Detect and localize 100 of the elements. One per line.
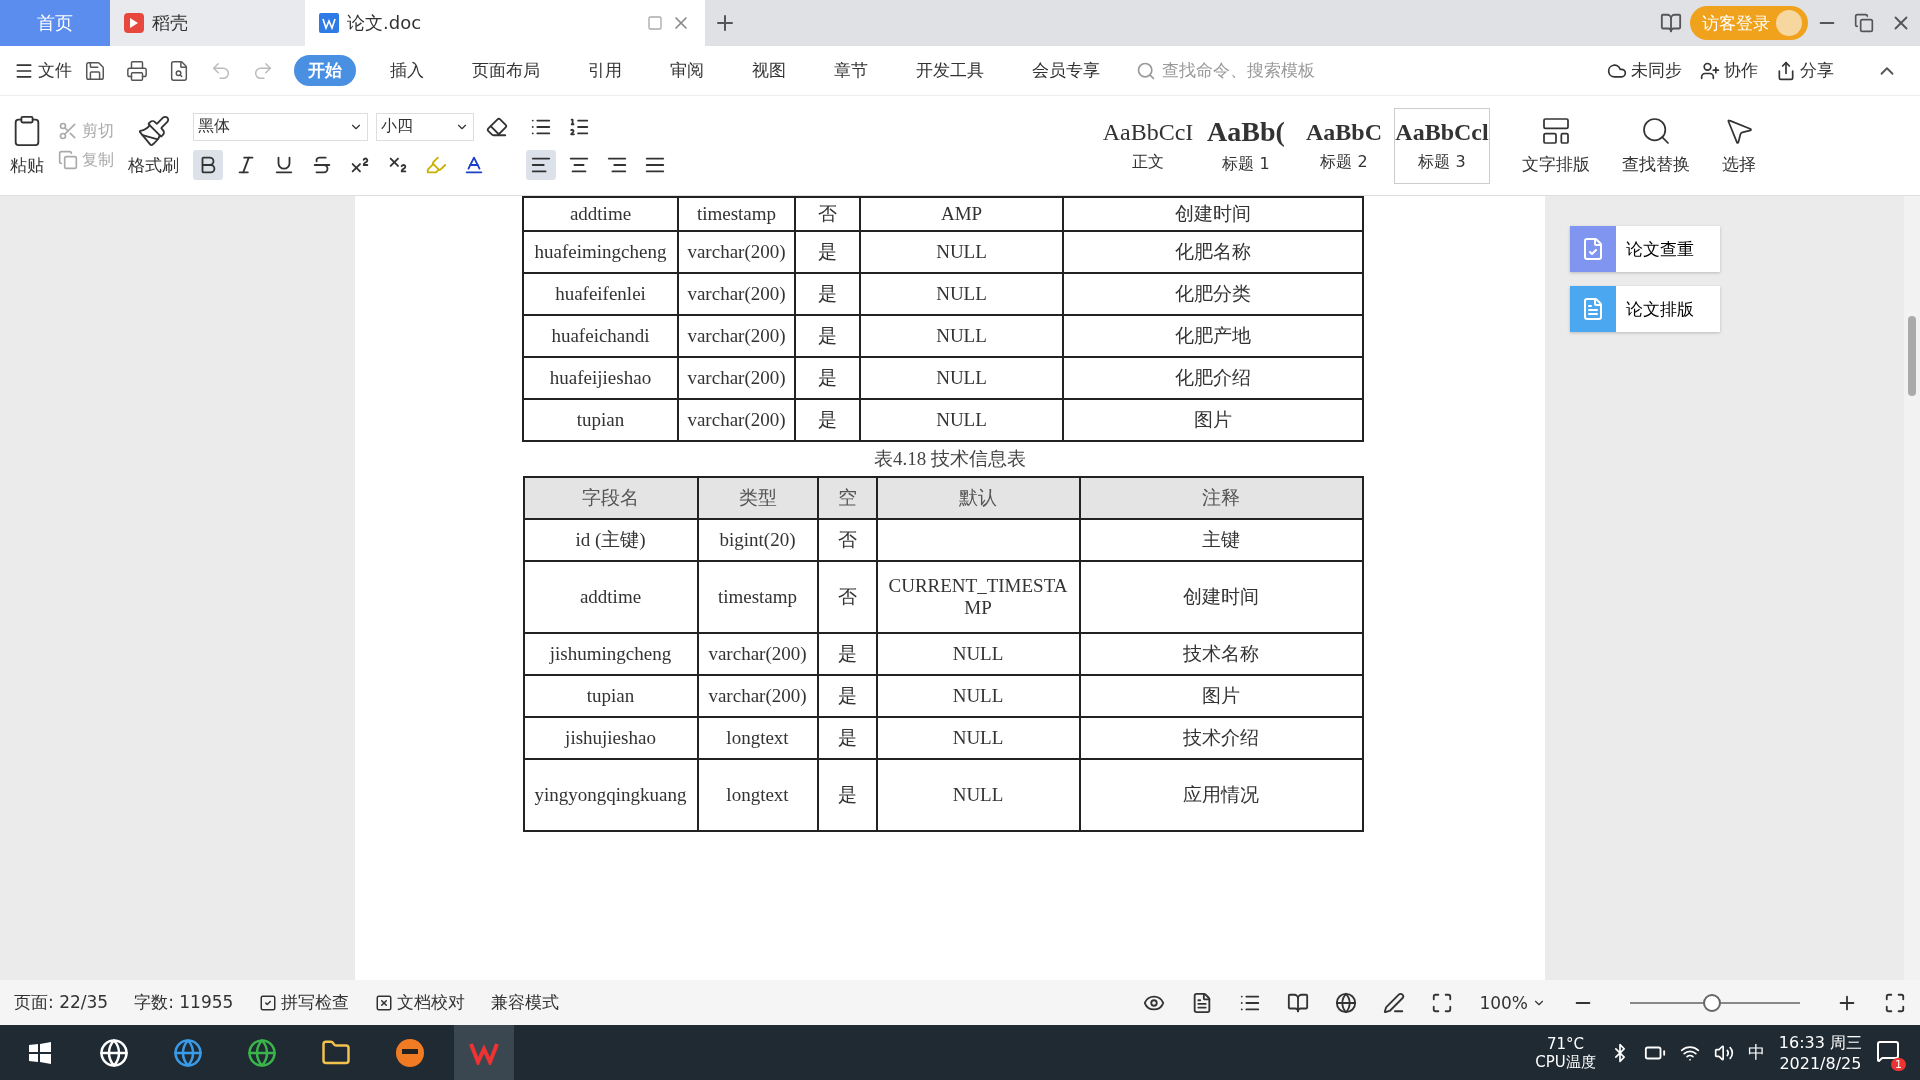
- docer-logo-icon: [124, 13, 144, 33]
- column-header: 类型: [697, 477, 818, 519]
- style-preset[interactable]: AaBb( 标题 1: [1198, 107, 1294, 184]
- file-check-icon: [1581, 237, 1605, 261]
- table-cell: NULL: [876, 675, 1080, 717]
- scissors-icon: [58, 121, 78, 141]
- header-action[interactable]: 分享: [1776, 59, 1834, 82]
- align-left-button[interactable]: [526, 149, 556, 180]
- clock[interactable]: 16:33 周三 2021/8/25: [1778, 1032, 1862, 1073]
- pen-icon[interactable]: [1383, 991, 1406, 1014]
- word-count: 字数: 11955: [134, 991, 234, 1014]
- table-cell: 化肥分类: [1063, 273, 1363, 315]
- table-cell: NULL: [860, 231, 1063, 273]
- table-cell: 创建时间: [1063, 197, 1363, 231]
- input-method[interactable]: 中: [1747, 1041, 1765, 1064]
- ribbon-button[interactable]: 查找替换: [1622, 115, 1690, 176]
- table-cell: tupian: [523, 399, 678, 441]
- font-select[interactable]: 黑体: [193, 112, 368, 141]
- volume-icon[interactable]: [1713, 1042, 1734, 1063]
- size-select[interactable]: 小四: [376, 112, 474, 141]
- side-panel-button[interactable]: 论文查重: [1570, 226, 1720, 272]
- table-cell: NULL: [860, 315, 1063, 357]
- user-plus-icon: [1700, 60, 1720, 81]
- web-view-icon[interactable]: [1335, 991, 1358, 1014]
- table-cell: id (主键): [523, 519, 698, 561]
- table-cell: 主键: [1079, 519, 1363, 561]
- bold-button[interactable]: [193, 149, 223, 180]
- compat-mode: 兼容模式: [491, 991, 560, 1014]
- ribbon-tab[interactable]: 插入: [376, 55, 438, 86]
- table-cell: timestamp: [697, 561, 818, 633]
- style-preset[interactable]: AaBbCcI 正文: [1100, 107, 1196, 184]
- zoom-thumb[interactable]: [1702, 993, 1721, 1012]
- table-cell: huafeijieshao: [523, 357, 678, 399]
- table-cell: 是: [795, 231, 860, 273]
- app-icon[interactable]: [395, 1037, 425, 1068]
- cpu-temperature: 71°C CPU温度: [1535, 1034, 1596, 1071]
- table-cell: huafeifenlei: [523, 273, 678, 315]
- table-cell: longtext: [697, 759, 818, 831]
- print-icon[interactable]: [126, 59, 148, 82]
- table-cell: huafeichandi: [523, 315, 678, 357]
- file-menu[interactable]: 文件: [14, 59, 72, 82]
- scrollbar[interactable]: [1904, 196, 1920, 980]
- share-icon: [1776, 60, 1796, 81]
- paste-button[interactable]: 粘贴: [10, 114, 44, 177]
- preview-icon[interactable]: [168, 59, 190, 82]
- ribbon-button[interactable]: 选择: [1722, 115, 1756, 176]
- column-header: 空: [817, 477, 877, 519]
- ribbon-tab[interactable]: 章节: [820, 55, 882, 86]
- table-cell: 是: [795, 273, 860, 315]
- table-cell: 化肥名称: [1063, 231, 1363, 273]
- table-cell: NULL: [860, 399, 1063, 441]
- document-tab[interactable]: 论文.doc: [305, 0, 705, 46]
- table-cell: jishumingcheng: [523, 633, 698, 675]
- header-action[interactable]: 协作: [1700, 59, 1758, 82]
- table-cell: NULL: [876, 633, 1080, 675]
- table-cell: bigint(20): [697, 519, 818, 561]
- zoom-select[interactable]: 100%: [1479, 992, 1546, 1013]
- ribbon-button[interactable]: 文字排版: [1522, 115, 1590, 176]
- ribbon-tab[interactable]: 引用: [574, 55, 636, 86]
- table-cell: 图片: [1063, 399, 1363, 441]
- column-header: 字段名: [523, 477, 698, 519]
- restore-icon[interactable]: [1854, 13, 1874, 33]
- table-cell: addtime: [523, 197, 678, 231]
- document-tab[interactable]: 稻壳: [110, 0, 305, 46]
- save-icon[interactable]: [84, 59, 106, 82]
- windows-icon[interactable]: [28, 1040, 52, 1065]
- style-preset[interactable]: AaBbCcl 标题 3: [1394, 107, 1490, 184]
- table-cell: NULL: [876, 759, 1080, 831]
- table-cell: 化肥产地: [1063, 315, 1363, 357]
- table-cell: 技术介绍: [1079, 717, 1363, 759]
- table-cell: 是: [817, 759, 877, 831]
- ribbon-tab[interactable]: 视图: [738, 55, 800, 86]
- table-cell: 图片: [1079, 675, 1363, 717]
- table-cell: 是: [817, 675, 877, 717]
- table-cell: 是: [817, 717, 877, 759]
- header-action[interactable]: 未同步: [1607, 59, 1682, 82]
- table-cell: varchar(200): [697, 675, 818, 717]
- table-cell: 是: [795, 399, 860, 441]
- ribbon-tab[interactable]: 会员专享: [1018, 55, 1114, 86]
- format-painter-button[interactable]: 格式刷: [128, 114, 179, 177]
- status-button[interactable]: 文档校对: [375, 991, 466, 1014]
- table-cell: 化肥介绍: [1063, 357, 1363, 399]
- table-cell: varchar(200): [697, 633, 818, 675]
- eraser-icon[interactable]: [486, 115, 508, 138]
- side-panel-button[interactable]: 论文排版: [1570, 286, 1720, 332]
- status-button[interactable]: 拼写检查: [259, 991, 350, 1014]
- ribbon-tab[interactable]: 开发工具: [902, 55, 998, 86]
- page-count: 页面: 22/35: [14, 991, 109, 1014]
- table-cell: 创建时间: [1079, 561, 1363, 633]
- fullscreen-icon[interactable]: [1884, 991, 1906, 1014]
- ribbon-tab[interactable]: 审阅: [656, 55, 718, 86]
- table-cell: CURRENT_TIMESTAMP: [876, 561, 1080, 633]
- ribbon-tab[interactable]: 页面布局: [458, 55, 554, 86]
- style-preset[interactable]: AaBbC 标题 2: [1296, 107, 1392, 184]
- table-cell: 技术名称: [1079, 633, 1363, 675]
- reading-icon[interactable]: [1287, 991, 1310, 1014]
- table-cell: 否: [795, 197, 860, 231]
- table-cell: 是: [795, 315, 860, 357]
- table-cell: varchar(200): [678, 399, 795, 441]
- fit-icon[interactable]: [1431, 991, 1454, 1014]
